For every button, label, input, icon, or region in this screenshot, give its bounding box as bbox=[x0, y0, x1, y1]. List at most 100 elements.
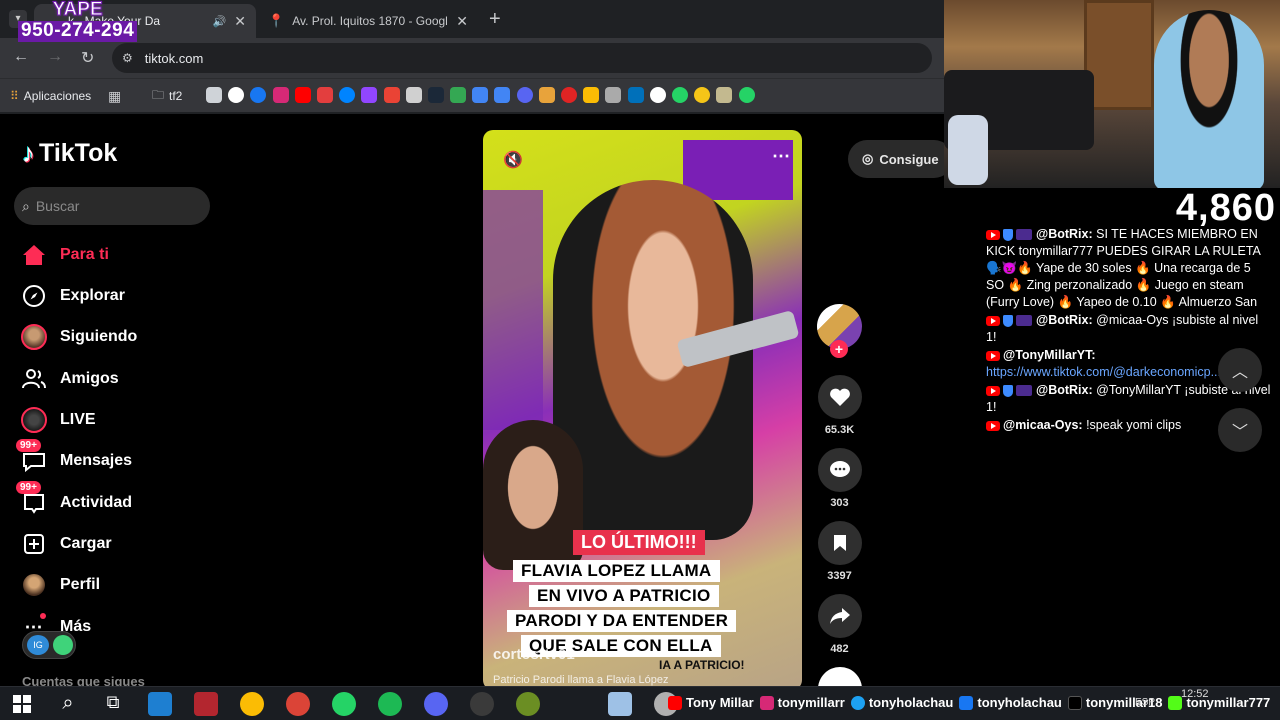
bookmark-icon[interactable] bbox=[649, 87, 666, 103]
google-icon[interactable] bbox=[228, 87, 245, 103]
bookmark-icon[interactable] bbox=[561, 87, 577, 103]
next-creator-avatar[interactable] bbox=[817, 667, 862, 686]
close-tab-icon[interactable]: ✕ bbox=[234, 13, 246, 30]
moderator-shield-icon bbox=[1003, 228, 1013, 241]
tiktok-note-icon: ♪ bbox=[22, 138, 35, 168]
bookmark-icon[interactable] bbox=[694, 87, 711, 103]
bookmark-icon[interactable] bbox=[817, 521, 862, 565]
chat-user: @TonyMillarYT: bbox=[1003, 348, 1096, 362]
app-icon[interactable] bbox=[516, 692, 540, 716]
mute-icon[interactable]: 🔇 bbox=[503, 150, 523, 170]
new-tab-button[interactable]: + bbox=[489, 8, 501, 31]
live-icon bbox=[20, 406, 48, 434]
task-view-icon[interactable]: ⧉ bbox=[101, 692, 125, 716]
maps-icon[interactable] bbox=[450, 87, 467, 103]
close-tab-icon[interactable]: ✕ bbox=[456, 13, 468, 30]
nav-amigos[interactable]: Amigos bbox=[20, 364, 119, 394]
search-box[interactable]: ⌕ Buscar bbox=[14, 187, 210, 225]
discord-icon[interactable] bbox=[424, 692, 448, 716]
follow-plus-icon[interactable]: + bbox=[830, 340, 848, 358]
discord-icon[interactable] bbox=[516, 87, 533, 103]
app-icon[interactable] bbox=[148, 692, 172, 716]
bookmark-apps[interactable]: ⠿ Aplicaciones bbox=[10, 86, 91, 106]
bookmark-folder-tf2[interactable]: 🗀 tf2 bbox=[152, 86, 182, 106]
nav-perfil[interactable]: Perfil bbox=[20, 570, 100, 600]
browser-chrome: ▾ k - Make Your Da 🔊 ✕ 📍 Av. Prol. Iquit… bbox=[0, 0, 944, 114]
nav-live[interactable]: LIVE bbox=[20, 405, 96, 435]
extension-toggle[interactable]: IG bbox=[22, 631, 76, 659]
nav-label: Perfil bbox=[60, 576, 101, 593]
video-caption-line: EN VIVO A PATRICIO bbox=[529, 585, 719, 607]
more-options-icon[interactable]: ⋯ bbox=[772, 146, 790, 167]
webcam-bottle bbox=[948, 115, 988, 185]
windows-start-icon[interactable] bbox=[10, 692, 34, 716]
bookmark-icon[interactable] bbox=[316, 87, 333, 103]
obs-icon[interactable] bbox=[470, 692, 494, 716]
comment-action[interactable]: 303 bbox=[817, 448, 862, 509]
bookmark-icon[interactable] bbox=[716, 87, 733, 103]
scroll-down-button[interactable]: ﹀ bbox=[1218, 408, 1262, 452]
video-username[interactable]: cortosrtv01 bbox=[493, 646, 575, 663]
steam-icon[interactable] bbox=[427, 87, 444, 103]
gmail-icon[interactable] bbox=[383, 87, 400, 103]
viewer-count: 4,860 bbox=[1162, 188, 1280, 228]
app-icon[interactable] bbox=[608, 692, 632, 716]
bookmark-icon[interactable] bbox=[206, 87, 222, 103]
bookmark-grid[interactable]: ▦ bbox=[108, 86, 121, 106]
paypal-icon[interactable] bbox=[627, 87, 644, 103]
nav-label: Cargar bbox=[60, 535, 112, 552]
instagram-icon[interactable] bbox=[272, 87, 289, 103]
chrome-icon[interactable] bbox=[240, 692, 264, 716]
app-icon[interactable] bbox=[194, 692, 218, 716]
nav-para-ti[interactable]: Para ti bbox=[20, 240, 109, 270]
messenger-icon[interactable] bbox=[339, 87, 356, 103]
whatsapp-icon[interactable] bbox=[671, 87, 688, 103]
like-action[interactable]: 65.3K bbox=[817, 375, 862, 436]
bookmark-icon[interactable] bbox=[538, 87, 555, 103]
bookmark-icon[interactable] bbox=[405, 87, 422, 103]
spotify-icon[interactable] bbox=[378, 692, 402, 716]
site-info-icon[interactable]: ⚙ bbox=[122, 51, 133, 65]
chrome-icon[interactable] bbox=[286, 692, 310, 716]
nav-actividad[interactable]: 99+ Actividad bbox=[16, 481, 132, 518]
drive-icon[interactable] bbox=[583, 87, 600, 103]
reload-icon[interactable]: ↻ bbox=[81, 48, 94, 68]
video-description[interactable]: Patricio Parodi llama a Flavia López bbox=[493, 674, 668, 686]
youtube-icon[interactable] bbox=[294, 87, 311, 103]
address-bar[interactable]: ⚙ tiktok.com bbox=[112, 43, 932, 73]
chat-user: @BotRix: bbox=[1036, 383, 1093, 397]
share-icon[interactable] bbox=[817, 594, 862, 638]
tab-google-maps[interactable]: 📍 Av. Prol. Iquitos 1870 - Google ✕ bbox=[258, 4, 478, 38]
search-icon: ⌕ bbox=[22, 197, 30, 214]
nav-explorar[interactable]: Explorar bbox=[20, 281, 125, 311]
youtube-icon bbox=[986, 385, 1000, 396]
facebook-icon[interactable] bbox=[250, 87, 267, 103]
heart-icon[interactable] bbox=[817, 375, 862, 419]
search-icon[interactable]: ⌕ bbox=[56, 692, 80, 716]
whatsapp-icon[interactable] bbox=[332, 692, 356, 716]
clock[interactable]: 12:52 bbox=[1181, 688, 1209, 700]
nav-mensajes[interactable]: 99+ Mensajes bbox=[16, 439, 132, 476]
bookmark-icon[interactable] bbox=[605, 87, 622, 103]
save-action[interactable]: 3397 bbox=[817, 521, 862, 582]
nav-siguiendo[interactable]: Siguiendo bbox=[20, 322, 137, 352]
chat-link[interactable]: https://www.tiktok.com/@darkeconomicp... bbox=[986, 365, 1221, 379]
bookmark-icon[interactable] bbox=[738, 87, 755, 103]
social-twitter: tonyholachau bbox=[850, 695, 953, 710]
language-indicator[interactable]: ESP bbox=[1135, 697, 1155, 708]
video-caption-line: PARODI Y DA ENTENDER bbox=[507, 610, 737, 632]
back-icon[interactable]: ← bbox=[13, 48, 29, 66]
get-coins-button[interactable]: ◎ Consigue bbox=[848, 140, 944, 178]
video-background bbox=[483, 190, 543, 430]
tiktok-logo[interactable]: ♪ TikTok bbox=[22, 138, 117, 169]
share-action[interactable]: 482 bbox=[817, 594, 862, 655]
translate-icon[interactable] bbox=[494, 87, 511, 103]
nav-cargar[interactable]: Cargar bbox=[20, 529, 112, 559]
scroll-up-button[interactable]: ︿ bbox=[1218, 348, 1262, 392]
activity-badge: 99+ bbox=[16, 481, 41, 494]
twitch-icon[interactable] bbox=[361, 87, 378, 103]
gs-icon[interactable] bbox=[472, 87, 489, 103]
forward-icon[interactable]: → bbox=[47, 48, 63, 66]
video-player[interactable]: 🔇 ⋯ LO ÚLTIMO!!! FLAVIA LOPEZ LLAMA EN V… bbox=[483, 130, 802, 686]
comment-icon[interactable] bbox=[817, 448, 862, 492]
